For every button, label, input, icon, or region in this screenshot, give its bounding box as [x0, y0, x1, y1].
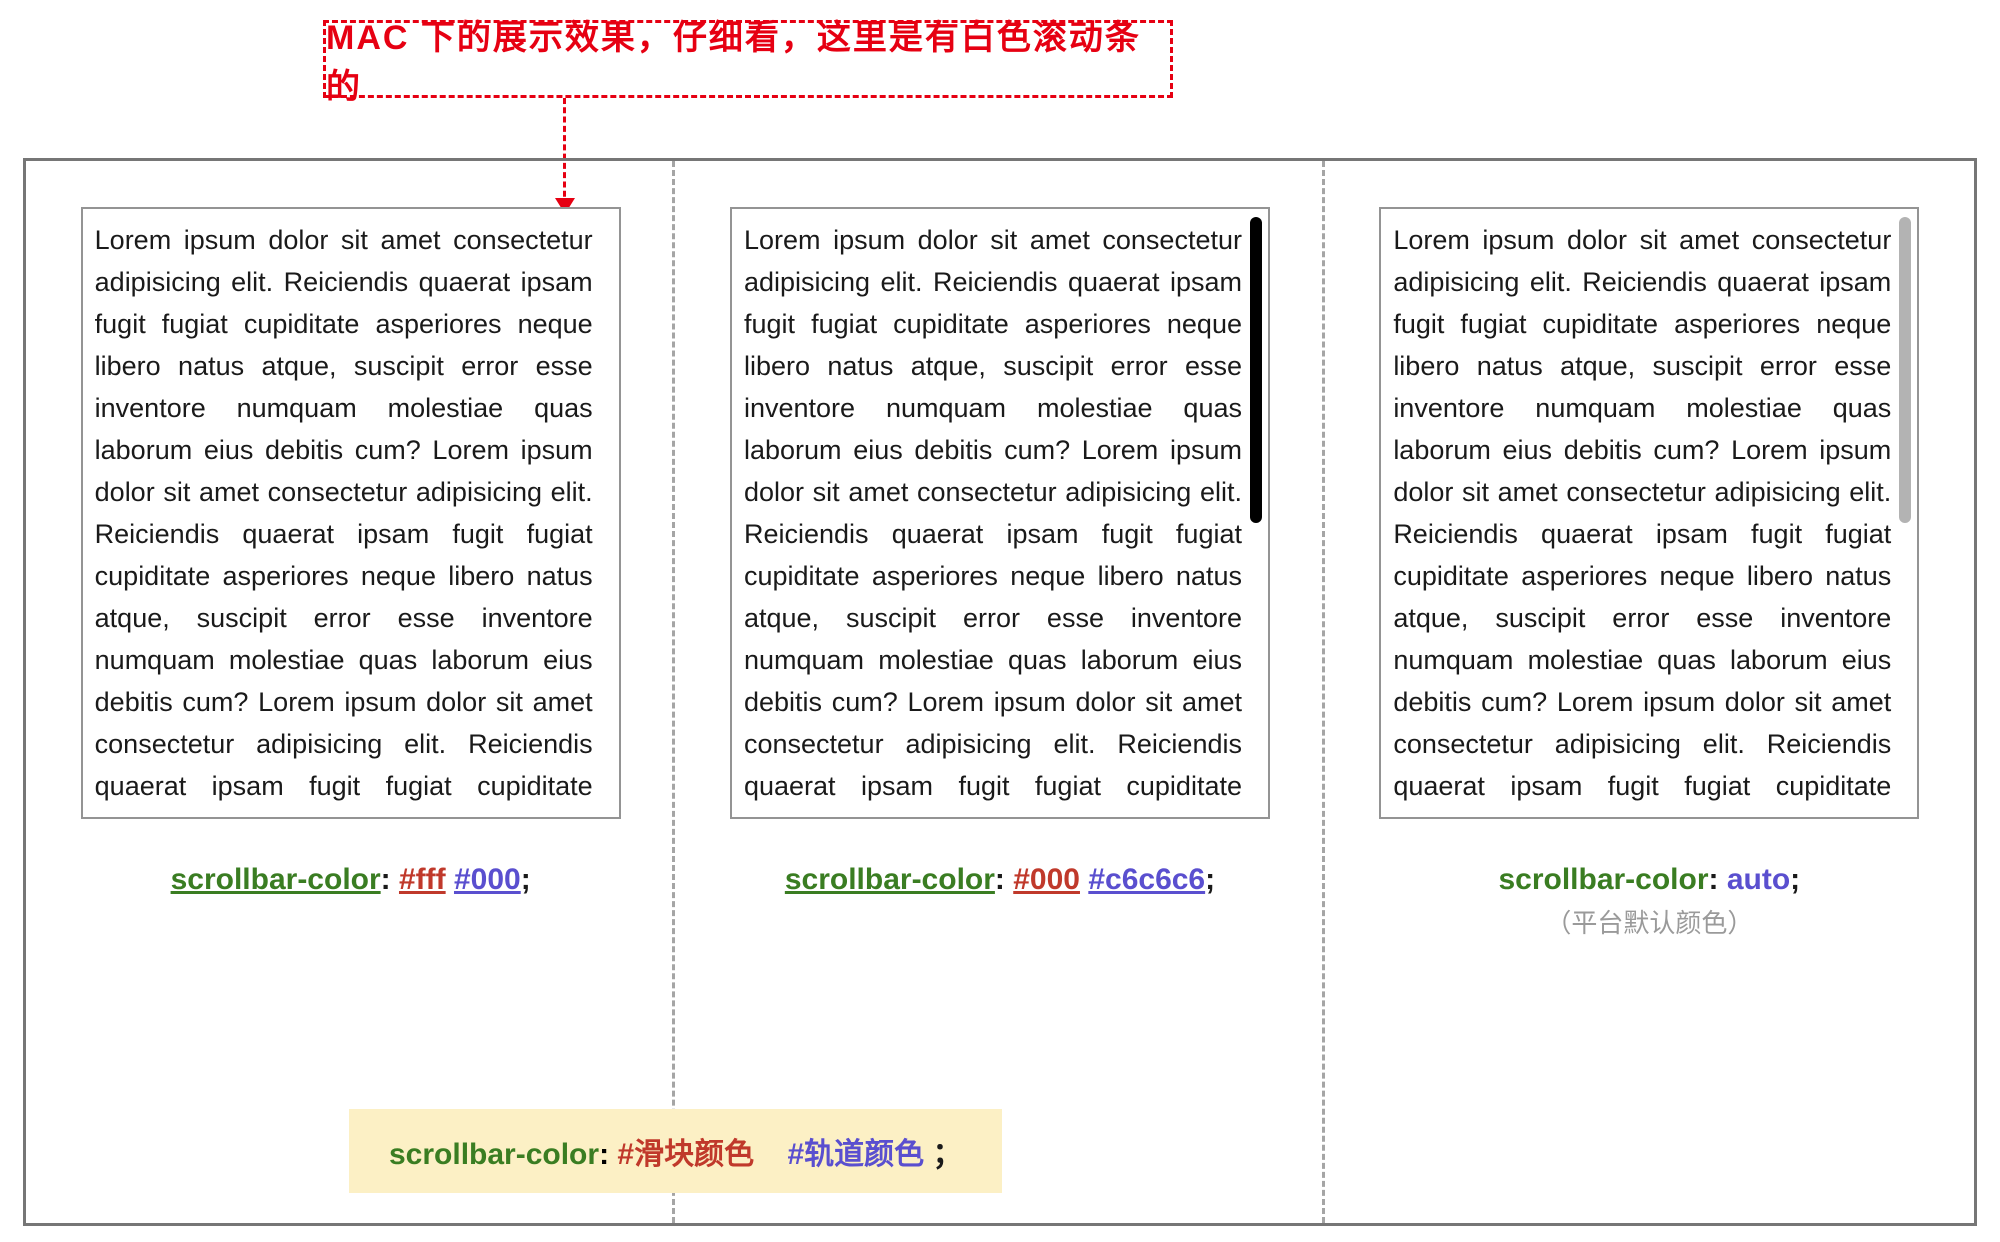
demo-column-1: Lorem ipsum dolor sit amet consectetur a…: [26, 161, 675, 1223]
legend-colon: :: [599, 1138, 609, 1171]
css-val-track: #000: [454, 863, 521, 896]
caption-1: scrollbar-color: #fff #000;: [171, 863, 531, 897]
scroll-demo-black[interactable]: Lorem ipsum dolor sit amet consectetur a…: [730, 207, 1270, 819]
caption-3-note: （平台默认颜色）: [1545, 903, 1753, 940]
css-val-thumb: #fff: [399, 863, 446, 896]
demo-column-2: Lorem ipsum dolor sit amet consectetur a…: [675, 161, 1324, 1223]
css-prop: scrollbar-color: [785, 863, 995, 896]
demo-container: Lorem ipsum dolor sit amet consectetur a…: [23, 158, 1977, 1226]
demo-column-3: Lorem ipsum dolor sit amet consectetur a…: [1325, 161, 1974, 1223]
legend-track-color: #轨道颜色: [787, 1138, 924, 1171]
demo-text: Lorem ipsum dolor sit amet consectetur a…: [732, 209, 1268, 817]
scroll-demo-white[interactable]: Lorem ipsum dolor sit amet consectetur a…: [81, 207, 621, 819]
caption-2: scrollbar-color: #000 #c6c6c6;: [785, 863, 1215, 897]
css-prop: scrollbar-color: [1498, 863, 1708, 896]
css-val-auto: auto: [1727, 863, 1790, 896]
scrollbar-thumb-auto[interactable]: [1899, 217, 1911, 523]
css-val-track: #c6c6c6: [1088, 863, 1205, 896]
legend-semi: ；: [932, 1138, 962, 1171]
callout-text: MAC 下的展示效果，仔细看，这里是有白色滚动条的: [326, 10, 1170, 108]
css-val-thumb: #000: [1013, 863, 1080, 896]
scrollbar-thumb-black[interactable]: [1250, 217, 1262, 523]
scroll-demo-auto[interactable]: Lorem ipsum dolor sit amet consectetur a…: [1379, 207, 1919, 819]
legend-thumb-color: #滑块颜色: [617, 1138, 754, 1171]
scrollbar-thumb-white[interactable]: [601, 217, 613, 523]
css-semi: ;: [521, 863, 531, 896]
demo-text: Lorem ipsum dolor sit amet consectetur a…: [1381, 209, 1917, 817]
css-semi: ;: [1790, 863, 1800, 896]
legend-box: scrollbar-color: #滑块颜色 #轨道颜色 ；: [349, 1109, 1002, 1193]
css-semi: ;: [1205, 863, 1215, 896]
legend-prop: scrollbar-color: [389, 1138, 599, 1171]
demo-text: Lorem ipsum dolor sit amet consectetur a…: [83, 209, 619, 817]
callout-box: MAC 下的展示效果，仔细看，这里是有白色滚动条的: [323, 20, 1173, 98]
caption-3: scrollbar-color: auto;: [1498, 863, 1800, 897]
css-prop: scrollbar-color: [171, 863, 381, 896]
